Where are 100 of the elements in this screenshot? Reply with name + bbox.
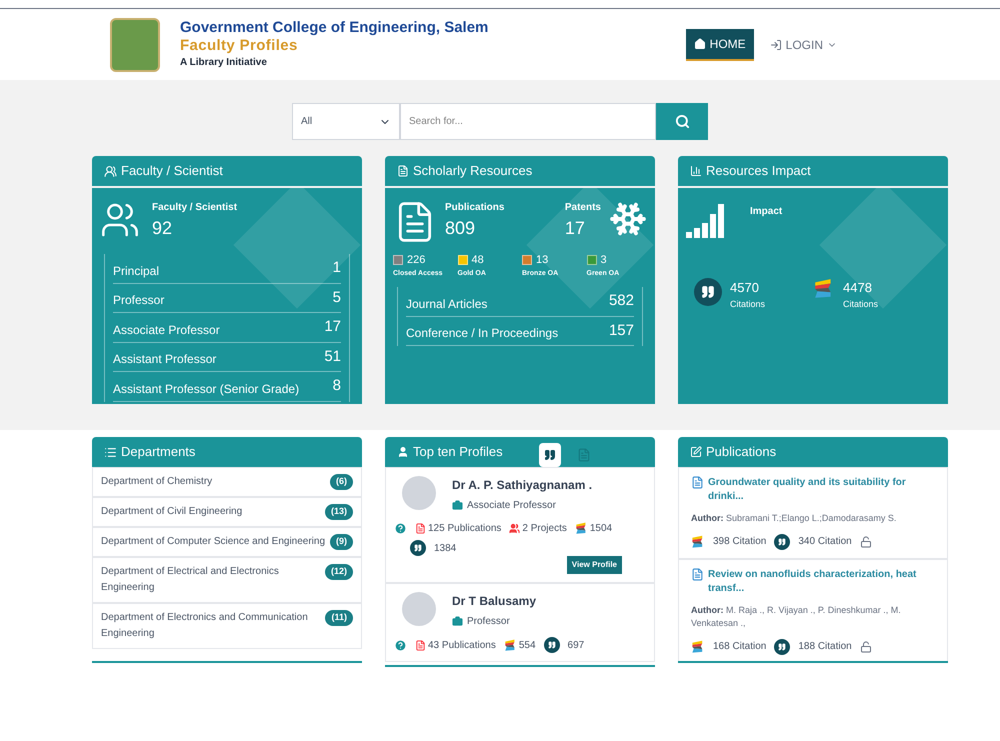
stat-value: 157 (608, 320, 634, 340)
scope-select[interactable]: All (292, 103, 400, 140)
citation-label: Citations (843, 298, 878, 310)
avatar-placeholder (402, 592, 436, 626)
stat-value: 1 (332, 258, 341, 278)
stat-number: 809 (445, 217, 476, 240)
unlocked-icon (860, 536, 872, 548)
designation: Professor (467, 615, 510, 629)
document-icon (691, 476, 704, 489)
department-item[interactable]: Department of Chemistry (6) (92, 467, 362, 497)
unlocked-icon (860, 640, 872, 652)
stat-label: Professor (113, 292, 164, 309)
document-icon (577, 448, 591, 462)
tagline: A Library Initiative (180, 56, 268, 70)
profile-tab[interactable] (539, 443, 561, 467)
person-icon (397, 446, 409, 458)
quote-icon (410, 540, 426, 556)
department-item[interactable]: Department of Computer Science and Engineering (9) (92, 527, 362, 557)
citation-count: 4570 (730, 279, 760, 297)
designation: Associate Professor (467, 499, 556, 513)
stacked-chevrons-icon (691, 640, 705, 654)
stat-value: 8 (332, 376, 341, 396)
site-title: Faculty Profiles (180, 37, 299, 55)
nav-link[interactable]: HOME (686, 28, 754, 60)
help-icon (394, 522, 407, 535)
document-icon (415, 523, 426, 534)
author-line: Author: M. Raja ., R. Vijayan ., P. Dineshkumar ., M. Venkatesan ., (691, 604, 902, 630)
stacked-chevrons-icon (691, 534, 705, 548)
nav-link[interactable]: LOGIN (762, 28, 845, 60)
citation-count: 4478 (843, 279, 873, 297)
project-count: 2 Projects (522, 522, 567, 536)
author-line: Author: Subramani T.;Elango L.;Damodarasamy S. (691, 512, 898, 525)
google-citation: 188 Citation (798, 640, 852, 654)
citation-label: Citations (730, 298, 766, 310)
card-title: Departments (121, 443, 196, 462)
quote-icon (544, 637, 560, 653)
citation-count: 697 (568, 638, 584, 652)
stat-number: 92 (152, 217, 174, 240)
stat-label: Patents (564, 201, 601, 215)
card-title: Scholarly Resources (413, 162, 532, 180)
stat-label: Faculty / Scientist (152, 201, 238, 215)
card-title: Top ten Profiles (413, 443, 503, 462)
help-icon (394, 638, 407, 652)
quote-icon (544, 449, 556, 461)
count-pill: (11) (325, 610, 353, 626)
stat-value: 582 (608, 291, 634, 311)
quote-icon (774, 638, 790, 654)
avatar-placeholder (402, 476, 436, 510)
edit-icon (690, 446, 702, 458)
google-citation: 340 Citation (798, 535, 852, 549)
access-count: 13 (536, 253, 548, 268)
access-count: 48 (472, 253, 484, 268)
access-count: 3 (600, 253, 607, 268)
stacked-chevrons-icon (574, 522, 588, 535)
card-title: Publications (706, 443, 776, 462)
scopus-citation: 398 Citation (713, 535, 766, 549)
view-profile-button[interactable]: View Profile (566, 556, 622, 574)
card-title: Resources Impact (706, 162, 811, 180)
briefcase-icon (452, 500, 463, 511)
briefcase-icon (452, 616, 463, 627)
profile-name: Dr T Balusamy (452, 593, 536, 610)
count-pill: (13) (324, 504, 353, 520)
stacked-chevrons-icon (504, 638, 517, 652)
stat-label: Assistant Professor (Senior Grade) (113, 380, 300, 398)
publication-link[interactable]: Review on nanofluids characterization, heat transf... (708, 568, 935, 596)
scopus-citation: 168 Citation (713, 640, 766, 654)
stat-number: 17 (564, 217, 586, 240)
scopus-count: 1504 (590, 522, 612, 536)
search-field[interactable]: Search for... (400, 103, 656, 140)
users-icon (104, 164, 117, 178)
document-icon (691, 568, 704, 580)
stat-value: 5 (332, 288, 341, 308)
college-emblem (110, 18, 160, 72)
stat-value: 17 (324, 317, 341, 337)
impact-label: Impact (750, 205, 782, 219)
document-icon (397, 165, 409, 177)
stat-value: 51 (324, 346, 341, 366)
college-name: Government College of Engineering, Salem (180, 19, 490, 37)
publication-count: 125 Publications (428, 522, 502, 536)
quote-icon (694, 278, 722, 306)
stat-label: Publications (445, 201, 506, 215)
count-pill: (12) (324, 564, 353, 580)
count-pill: (6) (330, 474, 353, 490)
quote-icon (774, 534, 790, 550)
snowflake-icon (609, 200, 647, 238)
department-item[interactable]: Department of Electronics and Communication Engineering (11) (92, 603, 362, 649)
publication-link[interactable]: Groundwater quality and its suitability for drinki... (708, 476, 935, 504)
card-title: Faculty / Scientist (121, 162, 223, 180)
stat-label: Principal (113, 262, 160, 280)
stat-label: Journal Articles (406, 296, 488, 312)
department-item[interactable]: Department of Civil Engineering (13) (92, 497, 362, 527)
search-icon (674, 114, 690, 129)
signal-bars-icon (686, 204, 726, 238)
search-button[interactable] (656, 103, 708, 140)
publication-count: 43 Publications (428, 638, 496, 652)
list-icon (104, 446, 117, 458)
home-icon (694, 38, 706, 50)
scopus-count: 554 (518, 638, 536, 652)
department-item[interactable]: Department of Electrical and Electronics Engineering (12) (92, 557, 362, 603)
group-icon (509, 523, 520, 534)
